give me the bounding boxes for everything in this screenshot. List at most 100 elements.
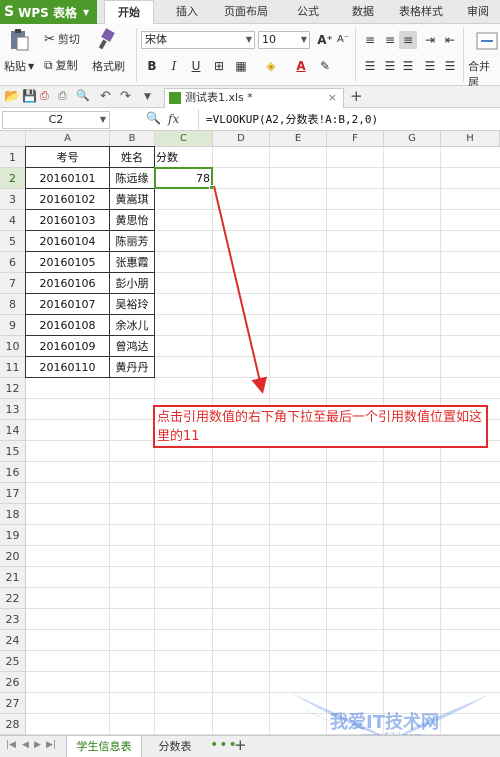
row-header[interactable]: 1 [0,147,26,168]
column-header-h[interactable]: H [441,131,500,147]
row-header[interactable]: 7 [0,273,26,294]
cell-score[interactable] [154,356,213,378]
font-name-combo[interactable]: 宋体 ▼ [141,31,255,49]
customize-qa-icon[interactable]: ▼ [144,92,160,108]
print-preview-icon[interactable]: 🔍 [76,89,92,105]
column-header-a[interactable]: A [26,131,110,147]
font-size-combo[interactable]: 10 ▼ [258,31,310,49]
row-header[interactable]: 17 [0,483,26,504]
row-header[interactable]: 26 [0,672,26,693]
menu-tab[interactable]: 表格样式 [392,0,450,24]
close-tab-icon[interactable]: × [328,89,337,107]
redo-icon[interactable]: ↷ [120,89,136,105]
cell-student-id[interactable]: 20160102 [25,188,110,210]
cell-student-name[interactable]: 黄丹丹 [109,356,155,378]
distribute-icon[interactable]: ☰ [441,57,459,75]
column-header-f[interactable]: F [327,131,384,147]
row-header[interactable]: 24 [0,630,26,651]
first-sheet-icon[interactable]: |◀ [6,740,16,750]
column-header-c[interactable]: C [155,131,213,147]
format-painter-button[interactable]: 格式刷 [92,58,125,74]
row-header[interactable]: 15 [0,441,26,462]
cell-score[interactable] [154,188,213,210]
align-middle-icon[interactable]: ≡ [381,31,399,49]
merge-center-icon-button[interactable] [476,30,498,52]
align-bottom-icon[interactable]: ≡ [399,31,417,49]
row-header[interactable]: 23 [0,609,26,630]
row-header[interactable]: 27 [0,693,26,714]
copy-button[interactable]: ⧉ 复制 [44,57,78,73]
open-folder-icon[interactable]: 📂 [4,89,20,105]
cell-student-id[interactable]: 20160101 [25,167,110,189]
merge-cells-icon[interactable]: ▦ [232,57,250,75]
undo-icon[interactable]: ↶ [100,89,116,105]
app-menu-button[interactable]: S WPS 表格 ▼ [0,0,97,24]
justify-icon[interactable]: ☰ [421,57,439,75]
name-box[interactable]: C2 ▼ [2,111,110,129]
row-header[interactable]: 10 [0,336,26,357]
align-center-icon[interactable]: ☰ [381,57,399,75]
align-right-icon[interactable]: ☰ [399,57,417,75]
formula-input[interactable]: =VLOOKUP(A2,分数表!A:B,2,0) [206,111,378,129]
row-header[interactable]: 3 [0,189,26,210]
row-header[interactable]: 18 [0,504,26,525]
save-icon[interactable]: 💾 [22,89,38,105]
cell-score[interactable] [154,314,213,336]
align-left-icon[interactable]: ☰ [361,57,379,75]
menu-tab[interactable]: 开始 [104,0,154,25]
fill-color-icon[interactable]: ◈ [262,57,280,75]
header-cell-score[interactable]: 分数 [154,146,213,168]
last-sheet-icon[interactable]: ▶| [46,740,56,750]
sheet-tab[interactable]: 分数表 [144,736,206,757]
cell-student-name[interactable]: 彭小朋 [109,272,155,294]
fill-handle[interactable] [209,185,214,190]
row-header[interactable]: 8 [0,294,26,315]
clear-format-icon[interactable]: ✎ [316,57,334,75]
row-header[interactable]: 14 [0,420,26,441]
select-all-corner[interactable] [0,131,26,147]
row-header[interactable]: 4 [0,210,26,231]
cell-score[interactable] [154,251,213,273]
align-top-icon[interactable]: ≡ [361,31,379,49]
column-header-d[interactable]: D [213,131,270,147]
cell-student-name[interactable]: 张惠霞 [109,251,155,273]
cell-student-id[interactable]: 20160109 [25,335,110,357]
cut-button[interactable]: ✂ 剪切 [44,31,80,47]
cell-student-name[interactable]: 余冰儿 [109,314,155,336]
row-header[interactable]: 28 [0,714,26,735]
cell-student-id[interactable]: 20160105 [25,251,110,273]
paste-label-button[interactable]: 粘贴 ▼ [4,58,34,74]
menu-tab[interactable]: 数据 [340,0,386,24]
document-tab[interactable]: 测试表1.xls * × [164,88,344,108]
cell-score[interactable] [154,293,213,315]
row-header[interactable]: 9 [0,315,26,336]
column-header-b[interactable]: B [110,131,155,147]
menu-tab[interactable]: 审阅 [456,0,500,24]
cell-score[interactable] [154,230,213,252]
paste-button[interactable] [8,28,30,52]
cell-student-name[interactable]: 曾鸿达 [109,335,155,357]
magnifier-icon[interactable]: 🔍 [146,111,161,125]
row-header[interactable]: 25 [0,651,26,672]
header-cell-id[interactable]: 考号 [25,146,110,168]
cell-student-id[interactable]: 20160106 [25,272,110,294]
next-sheet-icon[interactable]: ▶ [34,740,41,750]
cell-student-name[interactable]: 黄嵩琪 [109,188,155,210]
cell-student-id[interactable]: 20160110 [25,356,110,378]
underline-icon[interactable]: U [187,57,205,75]
cell-student-name[interactable]: 陈丽芳 [109,230,155,252]
row-header[interactable]: 2 [0,168,26,189]
insert-function-button[interactable]: fx [168,112,179,126]
cell-student-id[interactable]: 20160103 [25,209,110,231]
menu-tab[interactable]: 公式 [285,0,331,24]
cell-student-id[interactable]: 20160108 [25,314,110,336]
add-sheet-button[interactable]: + [234,736,247,754]
prev-sheet-icon[interactable]: ◀ [22,740,29,750]
row-header[interactable]: 19 [0,525,26,546]
row-header[interactable]: 22 [0,588,26,609]
row-header[interactable]: 13 [0,399,26,420]
row-header[interactable]: 20 [0,546,26,567]
cell-student-name[interactable]: 陈远缘 [109,167,155,189]
bold-icon[interactable]: B [143,57,161,75]
cell-student-name[interactable]: 黄思怡 [109,209,155,231]
